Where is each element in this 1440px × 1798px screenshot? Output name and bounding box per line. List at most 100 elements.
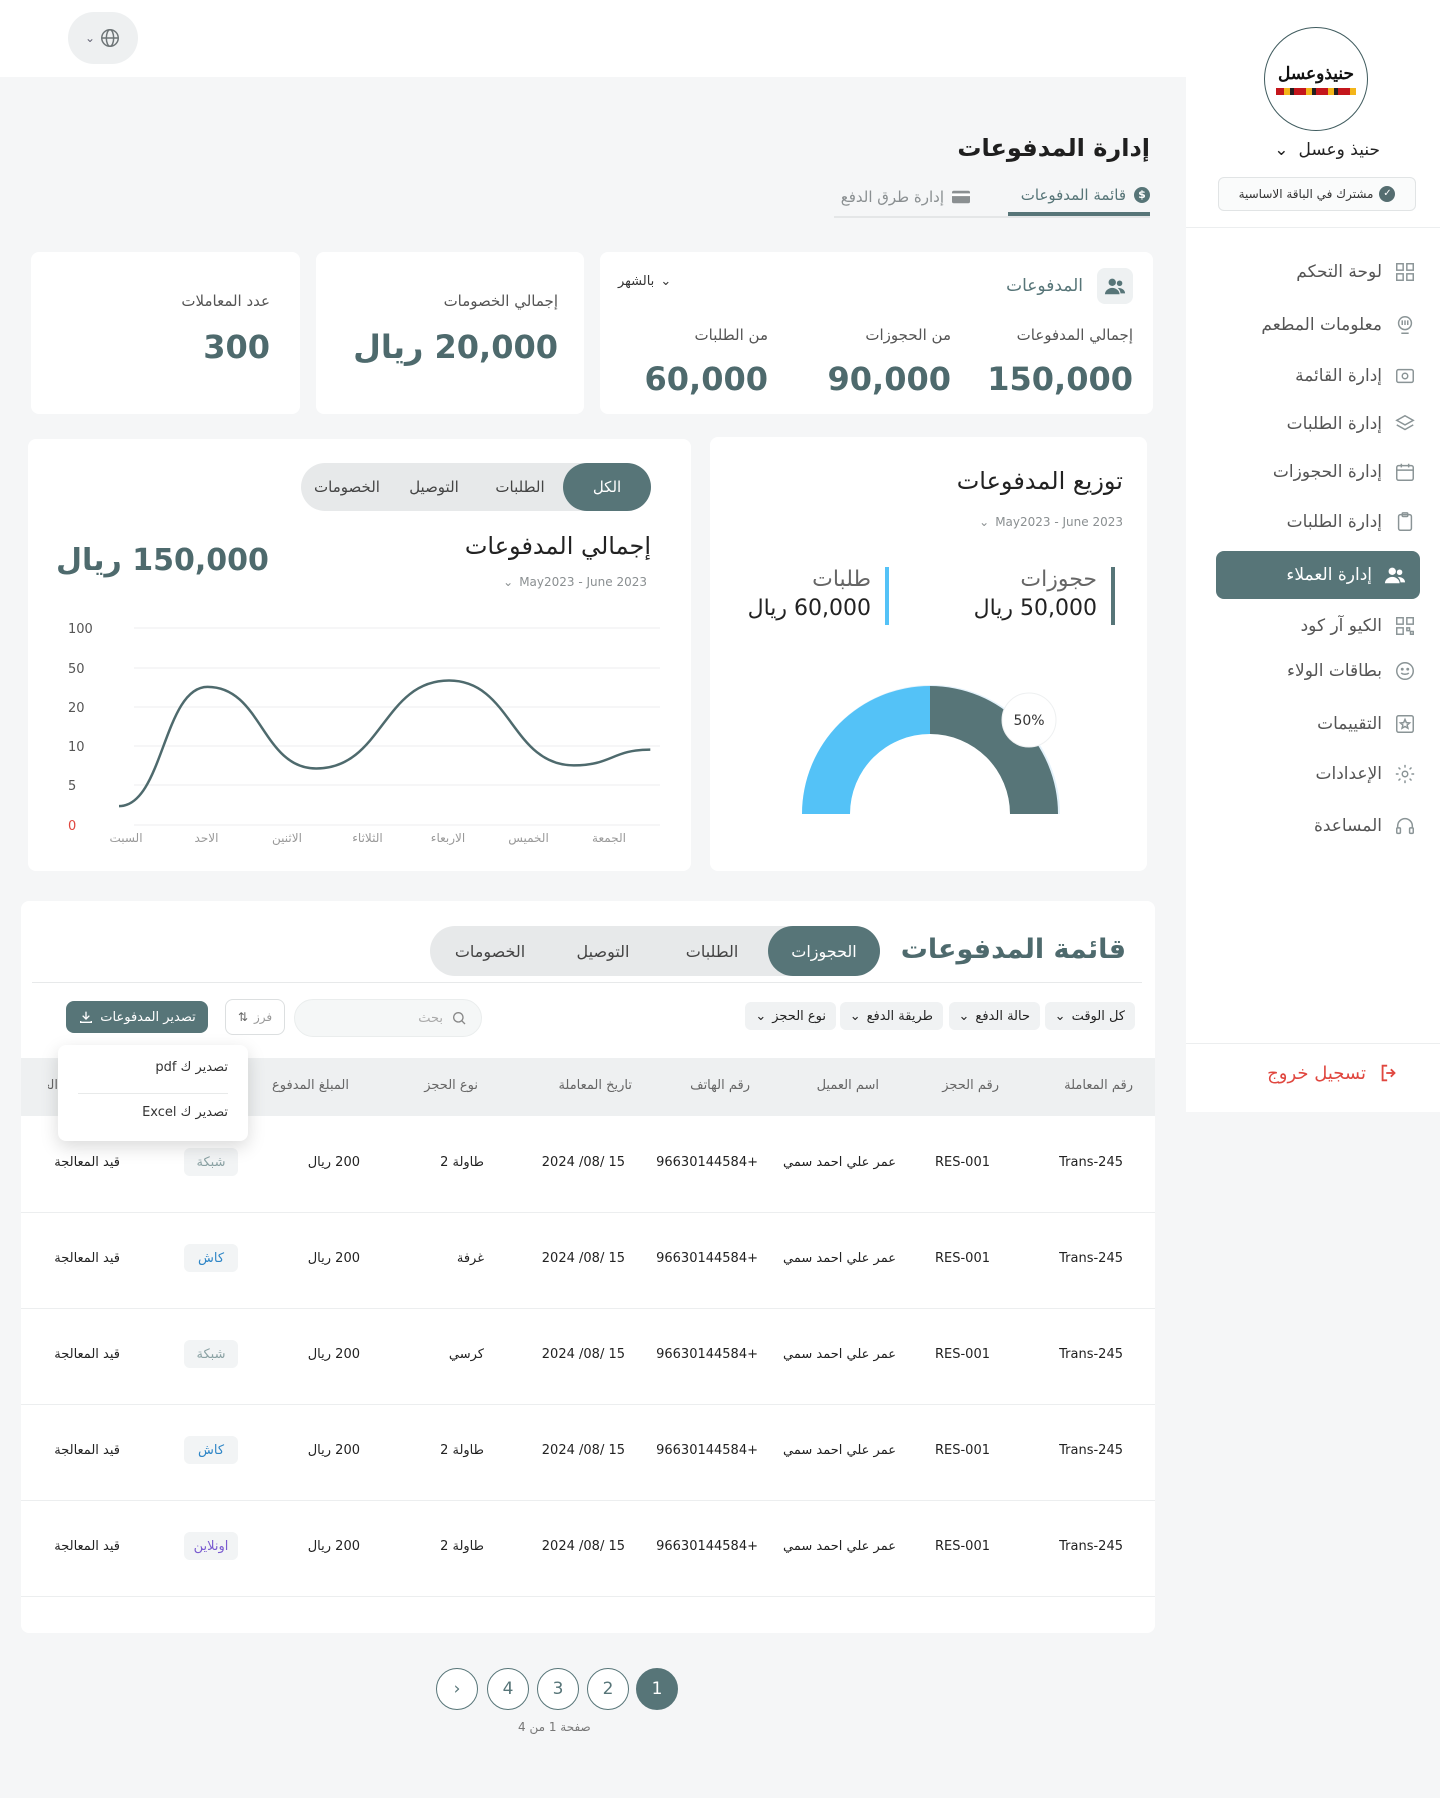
sidebar-item-5[interactable]: إدارة الطلبات: [1186, 498, 1440, 546]
tab-bookings[interactable]: الحجوزات: [768, 926, 880, 976]
sort-icon: ⇅: [237, 1010, 248, 1024]
bookings-label: من الحجوزات: [865, 326, 951, 344]
sort-button[interactable]: فرز ⇅: [225, 999, 285, 1035]
cell-customer: عمر علي احمد سمي: [783, 1347, 896, 1362]
discounts-value: 20,000 ريال: [353, 328, 558, 366]
sidebar-item-label: بطاقات الولاء: [1287, 661, 1382, 681]
bookings-value: 90,000: [827, 360, 951, 398]
cell-trans: Trans-245: [1059, 1155, 1123, 1170]
cell-type: طاولة 2: [440, 1539, 484, 1554]
y-tick-label: 10: [68, 740, 85, 755]
trend-card: الكل الطلبات التوصيل الخصومات إجمالي الم…: [28, 439, 691, 871]
cell-date: 15 /08/ 2024: [541, 1251, 625, 1266]
column-header: اسم العميل: [816, 1078, 879, 1093]
tab-payments-list[interactable]: $ قائمة المدفوعات: [1008, 186, 1150, 216]
sidebar-item-label: إدارة الطلبات: [1286, 414, 1382, 434]
page-button-4[interactable]: 4: [487, 1668, 529, 1710]
cell-customer: عمر علي احمد سمي: [783, 1155, 896, 1170]
period-select[interactable]: ⌄ بالشهر: [618, 274, 671, 289]
sidebar-item-label: الإعدادات: [1315, 764, 1382, 784]
filter-payment-status[interactable]: حالة الدفع ⌄: [948, 1002, 1040, 1030]
sidebar-item-label: الكيو آر كود: [1300, 616, 1382, 636]
filter-payment-method[interactable]: طريقة الدفع ⌄: [839, 1002, 943, 1030]
page-button-3[interactable]: 3: [537, 1668, 579, 1710]
x-tick-label: الاربعاء: [431, 831, 465, 846]
tab-orders[interactable]: الطلبات: [656, 926, 768, 976]
export-menu: تصدير ك pdf تصدير ك Excel: [58, 1045, 248, 1141]
filter-booking-type[interactable]: نوع الحجز ⌄: [745, 1002, 836, 1030]
period-label: بالشهر: [618, 274, 655, 289]
orders-label: من الطلبات: [694, 326, 768, 344]
cell-status: قيد المعالجة: [54, 1347, 120, 1362]
calendar-icon: [1394, 461, 1416, 483]
cell-booking: RES-001: [934, 1443, 990, 1458]
tab-discounts[interactable]: الخصومات: [430, 926, 550, 976]
sidebar-item-label: معلومات المطعم: [1261, 315, 1382, 335]
orders-value: 60,000: [644, 360, 768, 398]
sidebar-item-label: إدارة الطلبات: [1286, 512, 1382, 532]
layers-icon: [1394, 413, 1416, 435]
divider: [1186, 227, 1440, 228]
tab-label: قائمة المدفوعات: [1020, 186, 1126, 204]
logout-button[interactable]: تسجيل خروج: [1267, 1062, 1400, 1084]
export-excel-option[interactable]: تصدير ك Excel: [142, 1105, 228, 1120]
transactions-label: عدد المعاملات: [181, 292, 270, 310]
filter-time[interactable]: كل الوقت ⌄: [1044, 1002, 1135, 1030]
sidebar-item-3[interactable]: إدارة الطلبات: [1186, 400, 1440, 448]
sidebar-item-0[interactable]: لوحة التحكم: [1186, 248, 1440, 296]
card-header: المدفوعات: [1006, 268, 1133, 304]
y-tick-label: 5: [68, 779, 76, 794]
line-chart: 10050201050السبت الاحد الاثنين الثلاثاء الار…: [68, 622, 660, 846]
search-input[interactable]: بحث: [294, 999, 482, 1037]
tab-payment-methods[interactable]: إدارة طرق الدفع: [841, 186, 970, 216]
payment-method-badge: كاش: [184, 1244, 238, 1272]
x-tick-label: الثلاثاء: [352, 831, 382, 845]
sidebar-item-10[interactable]: الإعدادات: [1186, 750, 1440, 798]
series-line: [118, 679, 651, 808]
sidebar-item-9[interactable]: التقييمات: [1186, 700, 1440, 748]
column-header: رقم المعاملة: [1064, 1078, 1133, 1093]
badge-icon: ✓: [1379, 186, 1396, 202]
sidebar-item-label: لوحة التحكم: [1296, 262, 1382, 282]
plan-badge: ✓ مشترك في الباقة الاساسية: [1218, 177, 1416, 211]
sidebar-item-7[interactable]: الكيو آر كود: [1186, 602, 1440, 650]
sidebar-item-2[interactable]: إدارة القائمة: [1186, 352, 1440, 400]
cell-booking: RES-001: [934, 1251, 990, 1266]
cell-trans: Trans-245: [1059, 1251, 1123, 1266]
y-tick-label: 20: [68, 701, 85, 716]
brand-name: حنيذ وعسل: [1298, 140, 1381, 160]
page-button-1[interactable]: 1: [636, 1668, 678, 1710]
chevron-down-icon: ⌄: [755, 1008, 767, 1024]
sidebar-item-6[interactable]: إدارة العملاء: [1216, 551, 1420, 599]
qr-code-icon: [1394, 615, 1416, 637]
filter-method-label: طريقة الدفع: [866, 1008, 933, 1024]
gear-icon: [1394, 763, 1416, 785]
export-pdf-option[interactable]: تصدير ك pdf: [155, 1060, 228, 1075]
payments-summary-card: المدفوعات ⌄ بالشهر إجمالي المدفوعات 150,…: [600, 252, 1153, 414]
page-button-2[interactable]: 2: [587, 1668, 629, 1710]
cell-booking: RES-001: [934, 1539, 990, 1554]
cell-date: 15 /08/ 2024: [541, 1155, 625, 1170]
cell-status: قيد المعالجة: [54, 1155, 120, 1170]
payment-method-badge: شبكة: [184, 1148, 238, 1176]
sidebar-item-1[interactable]: معلومات المطعم: [1186, 301, 1440, 349]
sidebar-item-11[interactable]: المساعدة: [1186, 802, 1440, 850]
language-switcher[interactable]: ⌄: [68, 12, 138, 64]
globe-icon: [101, 29, 120, 47]
tab-delivery[interactable]: التوصيل: [550, 926, 656, 976]
column-header: تاريخ المعاملة: [558, 1078, 632, 1093]
next-page-button[interactable]: ‹: [436, 1668, 478, 1710]
brand-selector[interactable]: حنيذ وعسل ⌄: [1274, 140, 1380, 160]
plan-label: مشترك في الباقة الاساسية: [1238, 187, 1374, 201]
cell-status: قيد المعالجة: [54, 1251, 120, 1266]
export-button[interactable]: تصدير المدفوعات: [66, 1001, 208, 1033]
cell-trans: Trans-245: [1059, 1443, 1123, 1458]
clipboard-icon: [1394, 511, 1416, 533]
cell-status: قيد المعالجة: [54, 1443, 120, 1458]
transactions-card: عدد المعاملات 300: [31, 252, 300, 414]
cell-trans: Trans-245: [1059, 1347, 1123, 1362]
page-title: إدارة المدفوعات: [957, 134, 1150, 162]
column-header: المبلغ المدفوع: [272, 1078, 349, 1093]
sidebar-item-4[interactable]: إدارة الحجوزات: [1186, 448, 1440, 496]
sidebar-item-8[interactable]: بطاقات الولاء: [1186, 647, 1440, 695]
